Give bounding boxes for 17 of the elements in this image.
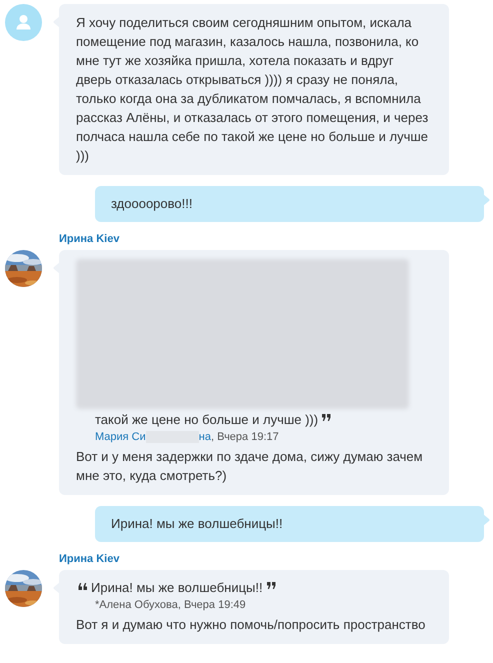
quote-timestamp: , Вчера 19:49: [178, 598, 246, 613]
message-text: Вот и у меня задержки по здаче дома, сижу думаю зачем мне это, куда смотреть?): [76, 448, 424, 485]
message-text: Вот я и думаю что нужно помочь/попросить пространство: [76, 616, 426, 634]
close-quote-icon: [322, 414, 332, 421]
quote-timestamp: , Вчера 19:17: [210, 430, 279, 445]
bubble-tail-icon: [483, 514, 490, 526]
close-quote-icon: [266, 582, 276, 589]
quoted-text: такой же цене но больше и лучше ))): [95, 411, 318, 429]
sender-name: Ирина Kiev: [59, 552, 120, 566]
quote-author: *Алена Обухова: [95, 598, 178, 613]
quoted-text: Ирина! мы же волшебницы!!: [91, 579, 263, 597]
quote-author-link[interactable]: на: [198, 429, 211, 445]
message-text: Я хочу поделиться своим сегодняшним опытом, искала помещение под магазин, казалось нашла, позвонила, ко мне тут же хозяйка пришла, хотела показать и вдруг дверь отказалась открываться )))) я сразу не поняла, только когда она за дубликатом помчалась, я вспомнила рассказ Алёны, и отказалась от этого помещения, и через полчаса нашла себе по такой же цене но больше и лучше ))): [76, 14, 429, 165]
quote-author-link[interactable]: Мария Си: [95, 429, 146, 445]
avatar-icon: [5, 4, 42, 41]
bubble-tail-icon: [483, 194, 490, 206]
sender-name: Ирина Kiev: [59, 232, 120, 246]
